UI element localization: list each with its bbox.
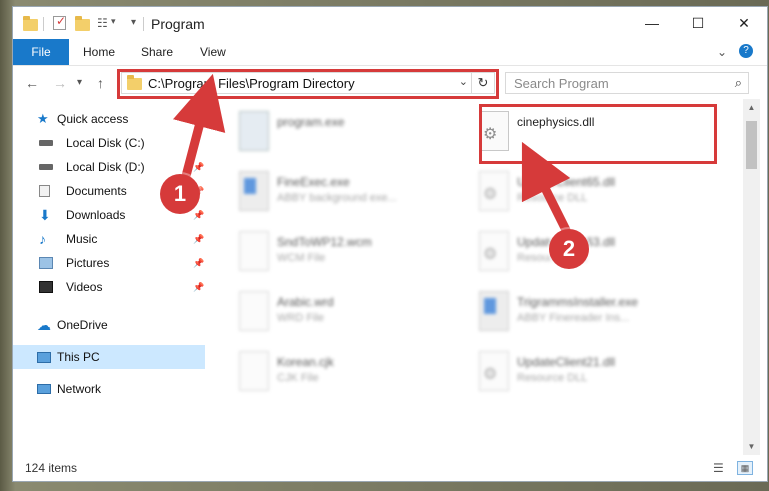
file-item[interactable]: TrigrammsInstaller.exe ABBY Finereader I… xyxy=(473,289,705,339)
search-placeholder: Search Program xyxy=(514,76,609,91)
videos-icon xyxy=(39,281,53,293)
window-title: Program xyxy=(151,16,205,32)
maximize-button[interactable]: ☐ xyxy=(675,7,721,39)
tab-home[interactable]: Home xyxy=(83,39,115,65)
dll-gear-icon xyxy=(479,351,509,391)
document-icon xyxy=(239,291,269,331)
status-bar: 124 items ☰ ▦ xyxy=(13,455,767,481)
pictures-icon xyxy=(39,257,53,269)
computer-icon xyxy=(37,352,51,363)
document-icon xyxy=(239,231,269,271)
file-item[interactable]: UpdateClient65.dll Resource DLL xyxy=(473,169,705,219)
pin-icon[interactable]: 📌 xyxy=(193,275,204,299)
drive-icon xyxy=(39,140,53,146)
file-item[interactable]: Arabic.wrd WRD File xyxy=(233,289,465,339)
step-1-badge: 1 xyxy=(160,174,200,214)
file-item[interactable]: FineExec.exe ABBY background exe... xyxy=(233,169,465,219)
documents-icon xyxy=(39,185,50,197)
customize-toolbar-icon[interactable]: ▾ xyxy=(131,17,136,33)
sidebar-item-quick-access[interactable]: ★ Quick access xyxy=(13,107,205,131)
pin-icon[interactable]: 📌 xyxy=(193,155,204,179)
forward-button[interactable]: → xyxy=(53,75,67,91)
pin-icon[interactable]: 📌 xyxy=(193,251,204,275)
file-item[interactable]: SndToWP12.wcm WCM File xyxy=(233,229,465,279)
download-icon: ⬇ xyxy=(39,207,51,223)
star-icon: ★ xyxy=(37,111,49,126)
scroll-down-icon[interactable]: ▼ xyxy=(743,438,760,455)
address-bar-highlight xyxy=(117,69,499,99)
large-icons-view-icon[interactable]: ▦ xyxy=(737,461,753,475)
file-item[interactable]: program.exe xyxy=(233,109,465,159)
sidebar-item-pictures[interactable]: Pictures 📌 xyxy=(13,251,205,275)
pin-icon[interactable]: 📌 xyxy=(193,227,204,251)
music-icon: ♪ xyxy=(39,231,46,247)
file-item[interactable]: UpdateClient21.dll Resource DLL xyxy=(473,349,705,399)
file-item[interactable]: UpdateClient63.dll Resource DLL xyxy=(473,229,705,279)
up-button[interactable]: ↑ xyxy=(97,75,104,91)
dll-gear-icon xyxy=(479,171,509,211)
tab-view[interactable]: View xyxy=(200,39,226,65)
sidebar-item-network[interactable]: Network xyxy=(13,377,205,401)
sidebar-item-videos[interactable]: Videos 📌 xyxy=(13,275,205,299)
sidebar-item-local-disk-c[interactable]: Local Disk (C:) xyxy=(13,131,205,155)
search-box[interactable]: Search Program ⌕ xyxy=(505,72,749,94)
navigation-pane: ★ Quick access Local Disk (C:) Local Dis… xyxy=(13,99,207,455)
drive-icon xyxy=(39,164,53,170)
setup-icon xyxy=(239,111,269,151)
customize-view-icon[interactable]: ☷ ▾ xyxy=(97,16,116,32)
vertical-scrollbar[interactable]: ▲ ▼ xyxy=(743,99,760,455)
scroll-up-icon[interactable]: ▲ xyxy=(743,99,760,116)
tab-share[interactable]: Share xyxy=(141,39,173,65)
search-icon[interactable]: ⌕ xyxy=(735,75,742,91)
sidebar-item-this-pc[interactable]: This PC xyxy=(13,345,205,369)
step-2-badge: 2 xyxy=(549,229,589,269)
sidebar-item-onedrive[interactable]: ☁ OneDrive xyxy=(13,313,205,337)
network-icon xyxy=(37,384,51,394)
cloud-icon: ☁ xyxy=(37,317,51,333)
recent-locations-button[interactable]: ▾ xyxy=(77,77,82,88)
help-icon[interactable]: ? xyxy=(739,44,753,58)
ribbon-expand-icon[interactable]: ⌄ xyxy=(717,39,727,65)
scroll-thumb[interactable] xyxy=(746,121,757,169)
sidebar-item-music[interactable]: ♪ Music 📌 xyxy=(13,227,205,251)
minimize-button[interactable]: — xyxy=(629,7,675,39)
document-icon xyxy=(239,351,269,391)
app-icon xyxy=(239,171,269,211)
file-explorer-window: ✓ ☷ ▾ ▾ Program — ☐ ✕ File Home Share Vi… xyxy=(12,6,768,482)
file-highlight xyxy=(479,104,717,164)
details-view-icon[interactable]: ☰ xyxy=(713,461,729,475)
dll-gear-icon xyxy=(479,231,509,271)
file-item[interactable]: Korean.cjk CJK File xyxy=(233,349,465,399)
app-icon xyxy=(479,291,509,331)
back-button[interactable]: ← xyxy=(25,75,39,91)
properties-icon[interactable]: ✓ xyxy=(53,14,66,30)
close-button[interactable]: ✕ xyxy=(721,7,767,39)
title-bar: ✓ ☷ ▾ ▾ Program — ☐ ✕ xyxy=(13,7,767,39)
separator xyxy=(143,17,144,31)
tab-file[interactable]: File xyxy=(13,39,69,65)
separator xyxy=(43,17,44,31)
ribbon-tabs: File Home Share View ⌄ ? xyxy=(13,39,767,65)
item-count: 124 items xyxy=(25,461,78,475)
